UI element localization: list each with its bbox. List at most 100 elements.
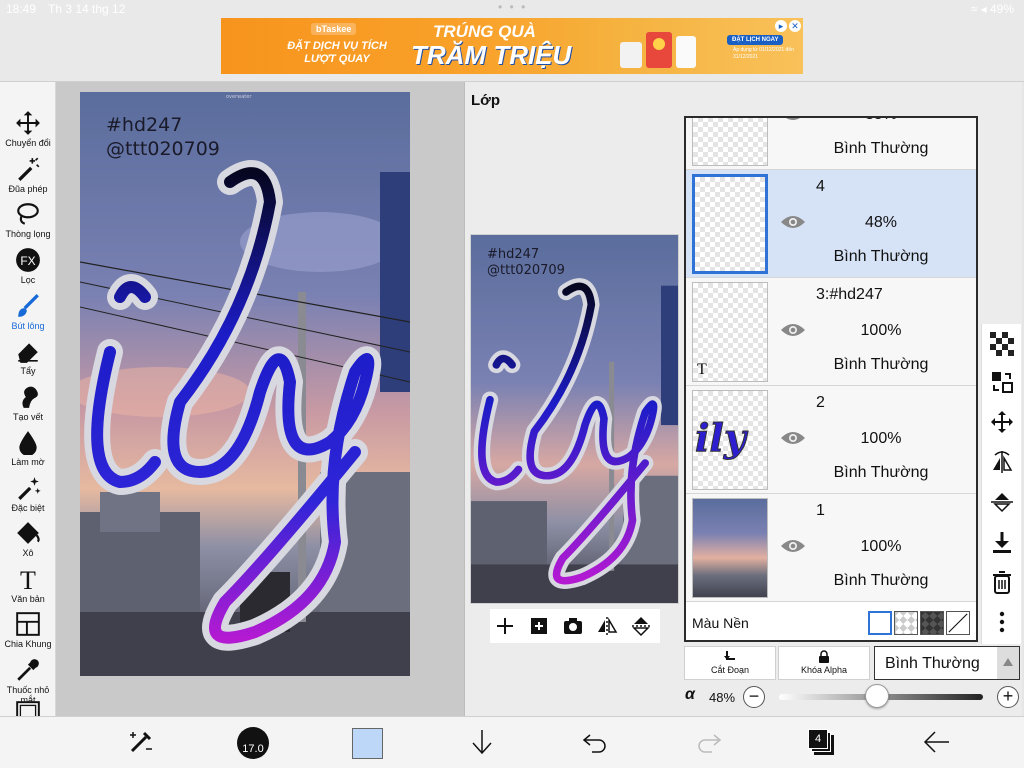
layer-thumbnail[interactable] xyxy=(692,118,768,166)
tool-brush[interactable]: Bút lông xyxy=(0,293,56,331)
alpha-increase-button[interactable]: + xyxy=(997,686,1019,708)
panel-title: Lớp xyxy=(471,92,500,109)
tool-blur[interactable]: Làm mờ xyxy=(0,429,56,467)
tool-move[interactable]: Chuyển đổi xyxy=(0,110,56,148)
move-layer-icon[interactable] xyxy=(990,410,1014,434)
tool-special-brush[interactable]: Đặc biệt xyxy=(0,475,56,513)
lock-icon xyxy=(819,650,829,663)
lasso-icon xyxy=(17,203,39,225)
layers-button[interactable]: 4 xyxy=(808,729,836,757)
background-row[interactable]: Màu Nền xyxy=(686,604,976,640)
layer-thumb-lettering: ily xyxy=(695,415,747,461)
tool-label: Đũa phép xyxy=(8,184,48,194)
add-special-layer-icon[interactable] xyxy=(528,615,550,637)
alpha-lock-label: Khóa Alpha xyxy=(800,665,848,675)
alpha-symbol: α xyxy=(685,686,695,703)
brush-size-indicator[interactable]: 17.0 xyxy=(237,727,269,759)
layer-row[interactable]: ily 2 100% Bình Thường xyxy=(686,386,976,494)
more-options-icon[interactable] xyxy=(990,610,1014,634)
layer-row[interactable]: 4 48% Bình Thường xyxy=(686,170,976,278)
tool-label: Đặc biệt xyxy=(11,503,45,513)
alpha-slider-knob[interactable] xyxy=(864,684,889,708)
preview-tag-handle: @ttt020709 xyxy=(487,263,565,278)
tool-smudge[interactable]: Tạo vết xyxy=(0,384,56,422)
ad-cta-button[interactable]: ĐẶT LỊCH NGAY xyxy=(727,35,784,45)
magic-wand-icon xyxy=(18,157,40,181)
layer-row[interactable]: 35% Bình Thường xyxy=(686,118,976,170)
canvas-tag-handle: @ttt020709 xyxy=(106,138,220,160)
fx-filter-icon: FX xyxy=(16,248,40,272)
checker-layer-icon[interactable] xyxy=(990,332,1014,356)
bg-transparent-swatch[interactable] xyxy=(894,611,918,635)
blend-mode-dropdown-icon[interactable] xyxy=(997,647,1019,679)
bg-none-swatch[interactable] xyxy=(946,611,970,635)
layer-row[interactable]: T 3:#hd247 100% Bình Thường xyxy=(686,278,976,386)
status-time: 18:49 xyxy=(6,2,37,16)
layer-row[interactable]: 1 100% Bình Thường xyxy=(686,494,976,602)
drawing-canvas[interactable]: #hd247 @ttt020709 overwater xyxy=(80,92,410,676)
layer-blend-mode: Bình Thường xyxy=(833,248,929,265)
layer-opacity: 100% xyxy=(860,322,902,339)
layer-thumbnail[interactable] xyxy=(692,498,768,598)
blend-mode-value: Bình Thường xyxy=(885,655,980,672)
ad-left-text: ĐẶT DỊCH VỤ TÍCH LƯỢT QUAY xyxy=(287,40,387,65)
flip-layer-v-icon[interactable] xyxy=(990,490,1014,514)
tool-eyedropper[interactable]: Thuốc nhỏ mắt xyxy=(0,657,56,705)
back-arrow-icon[interactable] xyxy=(921,727,951,757)
flip-vertical-icon[interactable] xyxy=(630,615,652,637)
camera-icon[interactable] xyxy=(562,615,584,637)
svg-text:FX: FX xyxy=(20,254,35,268)
transform-layer-icon[interactable] xyxy=(990,370,1014,394)
swap-color-icon[interactable] xyxy=(126,727,156,757)
multitask-dots[interactable]: • • • xyxy=(498,0,527,14)
blend-mode-select[interactable]: Bình Thường xyxy=(874,646,1020,680)
tool-text[interactable]: T Văn bản xyxy=(0,566,56,604)
tool-label: Bút lông xyxy=(11,321,45,331)
tool-fx-filter[interactable]: FX Lọc xyxy=(0,247,56,285)
tool-lasso[interactable]: Thòng lọng xyxy=(0,201,56,239)
layer-name: 4 xyxy=(816,178,825,195)
tool-frame-divider[interactable]: Chia Khung xyxy=(0,611,56,649)
add-layer-icon[interactable] xyxy=(494,615,516,637)
bg-white-swatch[interactable] xyxy=(868,611,892,635)
right-tool-strip xyxy=(981,324,1021,644)
tool-magic-wand[interactable]: Đũa phép xyxy=(0,156,56,194)
alpha-lock-button[interactable]: Khóa Alpha xyxy=(778,646,870,680)
ad-dates: Áp dụng từ 01/12/2021 đến 31/12/2021 xyxy=(733,47,794,60)
bucket-icon xyxy=(17,522,40,544)
flip-layer-h-icon[interactable] xyxy=(990,450,1014,474)
layer-thumbnail[interactable]: T xyxy=(692,282,768,382)
alpha-slider[interactable] xyxy=(779,684,983,708)
layer-blend-mode: Bình Thường xyxy=(833,140,929,157)
undo-icon[interactable] xyxy=(580,727,610,757)
tool-label: Xô xyxy=(22,548,34,558)
special-brush-icon xyxy=(18,477,41,500)
layer-name: 3:#hd247 xyxy=(816,286,883,303)
canvas-area[interactable]: #hd247 @ttt020709 overwater xyxy=(56,82,464,716)
redo-icon[interactable] xyxy=(694,727,724,757)
tool-eraser[interactable]: Tẩy xyxy=(0,338,56,376)
ad-close-icon[interactable]: ✕ xyxy=(789,20,801,32)
layer-list[interactable]: 35% Bình Thường 4 48% Bình Thường T 3:#hd247 10… xyxy=(684,116,978,642)
background-label: Màu Nền xyxy=(692,615,749,631)
bg-dark-swatch[interactable] xyxy=(920,611,944,635)
flip-horizontal-icon[interactable] xyxy=(596,615,618,637)
ad-banner[interactable]: bTaskee ĐẶT DỊCH VỤ TÍCH LƯỢT QUAY TRÚNG… xyxy=(221,18,803,74)
bottom-toolbar: 17.0 4 xyxy=(0,716,1024,768)
ad-info-icon[interactable]: ▸ xyxy=(775,20,787,32)
delete-layer-icon[interactable] xyxy=(990,570,1014,594)
clip-arrow-icon xyxy=(724,651,735,660)
layer-preview[interactable]: #hd247 @ttt020709 xyxy=(470,234,679,604)
tool-bucket[interactable]: Xô xyxy=(0,520,56,558)
clip-button[interactable]: Cắt Đoạn xyxy=(684,646,776,680)
import-down-icon[interactable] xyxy=(467,727,497,757)
primary-color-swatch[interactable] xyxy=(352,728,383,759)
layer-thumbnail[interactable]: ily xyxy=(692,390,768,490)
tool-label: Văn bản xyxy=(11,594,45,604)
text-layer-icon: T xyxy=(697,361,707,378)
tool-label: Lọc xyxy=(20,275,36,285)
brush-icon xyxy=(18,294,39,317)
layer-thumbnail[interactable] xyxy=(692,174,768,274)
merge-down-icon[interactable] xyxy=(990,530,1014,554)
alpha-decrease-button[interactable]: − xyxy=(743,686,765,708)
